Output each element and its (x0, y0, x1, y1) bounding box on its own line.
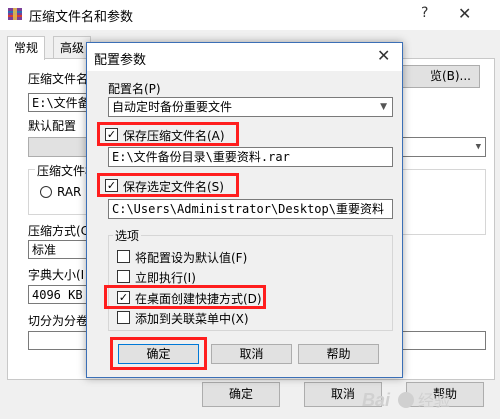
main-titlebar: 压缩文件名和参数 ? ✕ (0, 0, 500, 30)
window-title: 压缩文件名和参数 (29, 10, 134, 25)
selected-path-input[interactable]: C:\Users\Administrator\Desktop\重要资料 (108, 199, 393, 219)
dialog-title: 配置参数 (94, 53, 147, 68)
option-label-context-menu[interactable]: 添加到关联菜单中(X) (135, 310, 249, 327)
save-selected-names-label[interactable]: 保存选定文件名(S) (123, 178, 224, 195)
split-label: 切分为分卷 (28, 314, 89, 328)
winrar-app-icon (8, 8, 22, 20)
main-ok-button[interactable]: 确定 (202, 382, 280, 407)
radio-rar-label: RAR (57, 185, 82, 199)
browse-button[interactable]: 览(B)... (400, 65, 480, 88)
radio-rar[interactable] (40, 186, 52, 198)
option-label-run-now[interactable]: 立即执行(I) (135, 269, 196, 286)
svg-text:Bai: Bai (362, 390, 391, 410)
option-label-set-default[interactable]: 将配置设为默认值(F) (135, 249, 247, 266)
help-icon[interactable]: ? (421, 5, 428, 21)
options-group-label: 选项 (113, 227, 142, 244)
tab-general[interactable]: 常规 (7, 36, 46, 60)
dialog-close-icon[interactable]: ✕ (377, 46, 390, 65)
archive-name-label: 压缩文件名 (28, 72, 89, 86)
chevron-down-icon: ▼ (475, 142, 481, 152)
dialog-titlebar: 配置参数 ✕ (87, 43, 402, 71)
profile-name-value: 自动定时备份重要文件 (112, 100, 233, 114)
archive-path-input[interactable]: E:\文件备份目录\重要资料.rar (108, 147, 393, 167)
option-checkbox-desktop-shortcut[interactable]: ✓ (117, 291, 130, 304)
save-archive-name-checkbox[interactable]: ✓ (105, 128, 118, 141)
option-label-desktop-shortcut[interactable]: 在桌面创建快捷方式(D) (135, 290, 262, 307)
archive-options-group (400, 169, 486, 235)
baidu-watermark-logo: Bai 经验 (362, 386, 492, 414)
profile-name-label: 配置名(P) (108, 82, 161, 96)
close-icon[interactable]: ✕ (458, 4, 471, 23)
dialog-cancel-button[interactable]: 取消 (211, 344, 292, 364)
svg-text:经验: 经验 (418, 391, 450, 410)
chevron-down-icon: ▼ (380, 102, 387, 112)
option-checkbox-set-default[interactable] (117, 250, 130, 263)
dialog-ok-button[interactable]: 确定 (118, 344, 199, 364)
option-checkbox-run-now[interactable] (117, 270, 130, 283)
save-archive-name-label[interactable]: 保存压缩文件名(A) (123, 127, 225, 144)
dialog-help-button[interactable]: 帮助 (298, 344, 379, 364)
profile-name-combo[interactable]: 自动定时备份重要文件 ▼ (108, 97, 393, 117)
default-profile-label: 默认配置 (28, 119, 77, 133)
profile-dropdown[interactable]: ▼ (400, 137, 486, 157)
option-checkbox-context-menu[interactable] (117, 311, 130, 324)
dict-label: 字典大小(I (28, 268, 85, 282)
split-unit-select[interactable] (400, 331, 486, 350)
save-selected-names-checkbox[interactable]: ✓ (105, 179, 118, 192)
method-label: 压缩方式(C (28, 224, 90, 238)
profile-parameters-dialog: 配置参数 ✕ 配置名(P) 自动定时备份重要文件 ▼ ✓ 保存压缩文件名(A) … (86, 42, 403, 378)
